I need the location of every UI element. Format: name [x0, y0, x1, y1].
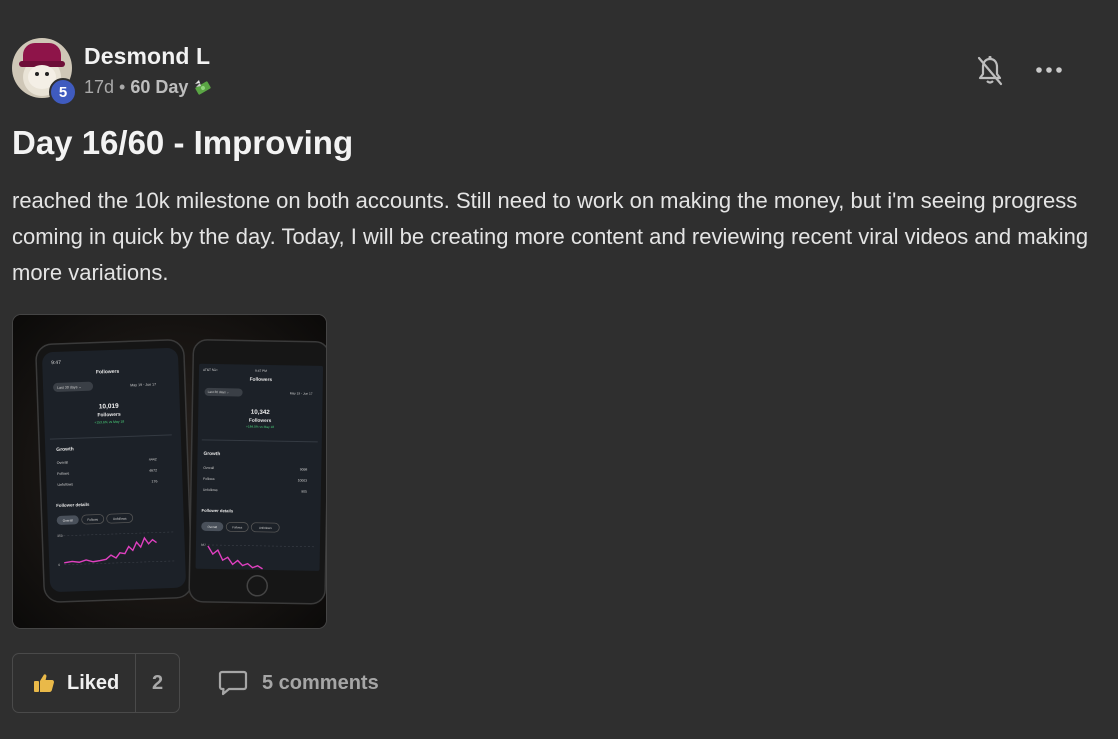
svg-text:9:47 PM: 9:47 PM [255, 369, 267, 373]
svg-text:Overall: Overall [63, 518, 74, 522]
svg-text:Follower details: Follower details [202, 508, 234, 514]
svg-text:10,342: 10,342 [251, 409, 271, 416]
svg-text:Unfollows: Unfollows [113, 517, 127, 521]
bell-off-icon [977, 56, 1003, 86]
svg-text:Unfollows: Unfollows [203, 488, 218, 492]
svg-text:Followers: Followers [249, 418, 272, 424]
svg-text:Follows: Follows [203, 477, 215, 481]
svg-text:Follows: Follows [57, 472, 70, 476]
svg-text:905: 905 [301, 490, 307, 494]
svg-text:May 19 - Jun 17: May 19 - Jun 17 [290, 391, 313, 395]
comment-bubble-icon [218, 670, 248, 696]
svg-text:Followers: Followers [96, 369, 120, 376]
svg-text:Overall: Overall [207, 525, 217, 529]
svg-text:Growth: Growth [56, 446, 74, 453]
svg-text:Unfollows: Unfollows [57, 482, 73, 487]
svg-text:Overall: Overall [203, 466, 214, 470]
svg-text:9098: 9098 [300, 468, 308, 472]
post-photo[interactable]: 9:47 Followers Last 30 days ⌄ May 19 - J… [12, 314, 327, 629]
community-post: 5 Desmond L 17d • 60 Day Day 16/60 - Imp… [0, 0, 1118, 739]
like-button[interactable]: Liked [13, 654, 135, 712]
author-avatar-container[interactable]: 5 [12, 38, 77, 106]
level-badge: 5 [49, 78, 77, 106]
like-group: Liked 2 [12, 653, 180, 713]
comments-label: 5 comments [262, 671, 379, 694]
svg-text:4442: 4442 [149, 457, 157, 461]
svg-text:Overall: Overall [57, 461, 69, 465]
like-count[interactable]: 2 [135, 654, 179, 712]
post-title: Day 16/60 - Improving [12, 124, 354, 161]
more-horizontal-icon [1036, 67, 1062, 73]
svg-text:4672: 4672 [149, 468, 157, 472]
svg-text:10003: 10003 [298, 478, 308, 482]
author-name[interactable]: Desmond L [84, 43, 210, 70]
svg-text:176: 176 [151, 479, 157, 483]
money-with-wings-icon [195, 79, 212, 95]
svg-text:Last 30 days ⌄: Last 30 days ⌄ [208, 390, 230, 394]
svg-text:10,019: 10,019 [99, 403, 119, 411]
like-label: Liked [67, 671, 120, 694]
post-time[interactable]: 17d [84, 77, 114, 98]
svg-text:Follows: Follows [87, 518, 98, 522]
svg-text:887: 887 [201, 543, 206, 547]
svg-text:9:47: 9:47 [51, 360, 61, 366]
svg-text:+184.0% vs May 18: +184.0% vs May 18 [246, 425, 274, 429]
svg-text:Followers: Followers [250, 377, 273, 383]
svg-text:AT&T 5G+: AT&T 5G+ [203, 368, 218, 372]
post-meta: 17d • 60 Day [84, 77, 213, 98]
meta-separator: • [119, 77, 126, 97]
svg-text:Growth: Growth [203, 451, 220, 457]
notification-toggle-button[interactable] [975, 55, 1005, 87]
thumbs-up-icon [34, 674, 54, 692]
svg-text:Follows: Follows [232, 525, 243, 529]
phones-photo-illustration: 9:47 Followers Last 30 days ⌄ May 19 - J… [13, 315, 326, 628]
svg-text:Unfollows: Unfollows [259, 526, 273, 530]
comments-button[interactable]: 5 comments [218, 669, 379, 697]
svg-text:350: 350 [57, 534, 63, 538]
post-body: reached the 10k milestone on both accoun… [12, 188, 1089, 285]
more-options-button[interactable] [1034, 58, 1064, 82]
svg-text:Last 30 days ⌄: Last 30 days ⌄ [57, 385, 82, 390]
post-category[interactable]: 60 Day [130, 77, 188, 98]
svg-text:Followers: Followers [97, 412, 121, 419]
